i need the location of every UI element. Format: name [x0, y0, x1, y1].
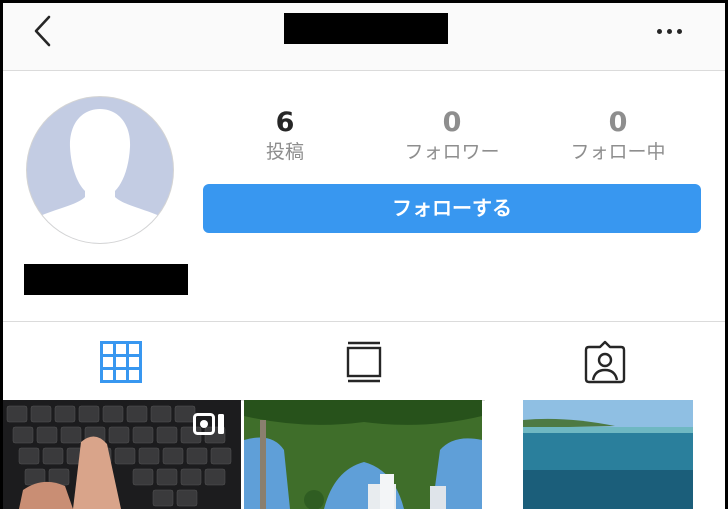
- posts-label: 投稿: [265, 141, 304, 163]
- tab-tagged[interactable]: [583, 340, 627, 384]
- follow-button[interactable]: フォローする: [203, 184, 701, 233]
- more-dot: [667, 29, 672, 34]
- following-label: フォロー中: [570, 141, 666, 163]
- tab-grid[interactable]: [99, 340, 143, 384]
- back-button[interactable]: [29, 13, 59, 49]
- following-stat[interactable]: 0 フォロー中: [538, 107, 698, 165]
- tagged-icon: [584, 340, 626, 384]
- tab-feed[interactable]: [342, 340, 386, 384]
- redacted-username-title: [284, 13, 448, 44]
- sea-photo: [523, 400, 693, 509]
- more-dot: [677, 29, 682, 34]
- video-icon: [193, 413, 224, 435]
- profile-tabs: [3, 321, 725, 401]
- more-options-icon: [657, 29, 662, 34]
- avatar[interactable]: [26, 96, 174, 244]
- redacted-display-name: [24, 264, 188, 295]
- feed-icon: [346, 341, 382, 383]
- greenery-photo: [244, 400, 482, 509]
- followers-stat[interactable]: 0 フォロワー: [372, 107, 532, 165]
- post-thumbnail-keyboard[interactable]: [3, 400, 241, 509]
- posts-stat[interactable]: 6 投稿: [205, 107, 365, 165]
- top-navigation-bar: [3, 3, 725, 71]
- grid-icon: [100, 341, 142, 383]
- followers-label: フォロワー: [404, 141, 500, 163]
- posts-count: 6: [275, 107, 295, 138]
- following-count: 0: [608, 107, 628, 138]
- post-thumbnail-greenery[interactable]: [244, 400, 482, 509]
- back-arrow-icon: [34, 15, 51, 47]
- post-thumbnail-sea[interactable]: [485, 400, 725, 509]
- followers-count: 0: [442, 107, 462, 138]
- default-avatar-icon: [38, 109, 162, 243]
- more-options-button[interactable]: [651, 21, 687, 41]
- profile-screen: 6 投稿 0 フォロワー 0 フォロー中 フォローする: [3, 3, 725, 509]
